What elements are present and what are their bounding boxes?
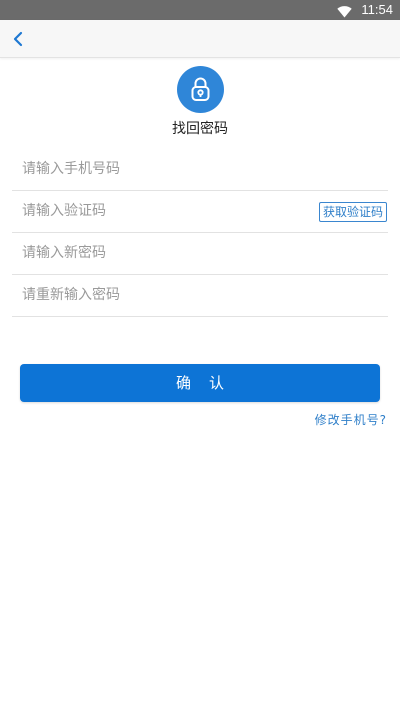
phone-input[interactable]	[22, 149, 312, 189]
get-code-button[interactable]: 获取验证码	[318, 202, 387, 222]
repeat-password-input[interactable]	[22, 275, 312, 315]
phone-field-row	[12, 149, 388, 191]
chevron-left-icon	[13, 31, 23, 47]
lock-icon-badge	[176, 66, 224, 113]
confirm-button[interactable]: 确认	[20, 364, 380, 402]
reset-password-form: 获取验证码	[12, 149, 388, 317]
app-bar	[0, 20, 400, 58]
page-header: 找回密码	[0, 66, 400, 138]
new-password-field-row	[12, 233, 388, 275]
status-bar: 11:54	[0, 0, 400, 20]
page-title: 找回密码	[172, 121, 228, 137]
verification-code-input[interactable]	[22, 191, 312, 231]
code-field-row: 获取验证码	[12, 191, 388, 233]
repeat-password-field-row	[12, 275, 388, 317]
back-button[interactable]	[8, 28, 30, 50]
lock-icon	[191, 77, 209, 101]
change-phone-link[interactable]: 修改手机号?	[315, 411, 387, 428]
status-time: 11:54	[361, 2, 393, 17]
new-password-input[interactable]	[22, 233, 312, 273]
